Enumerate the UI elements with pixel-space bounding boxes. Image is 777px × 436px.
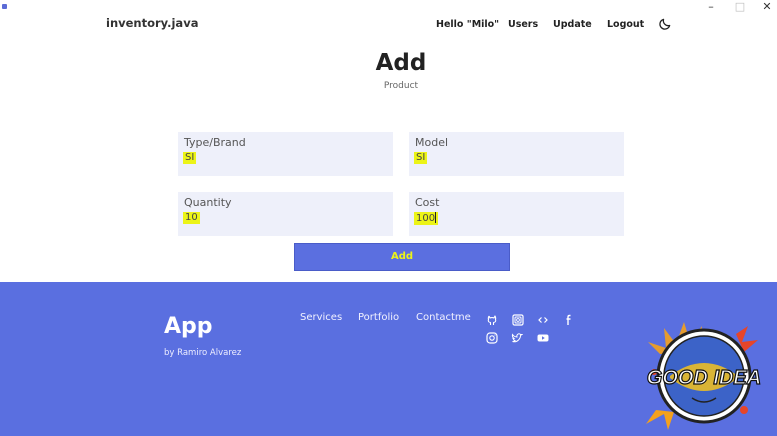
cost-value-text: 100	[416, 213, 436, 224]
nav-logout-link[interactable]: Logout	[607, 19, 644, 30]
github-icon[interactable]	[486, 314, 498, 326]
page-title: Add	[375, 50, 427, 76]
page-subtitle: Product	[383, 81, 419, 91]
brand-link[interactable]: inventory.java	[106, 16, 198, 30]
text-caret	[435, 212, 437, 223]
code-icon[interactable]	[537, 314, 549, 326]
quantity-value[interactable]: 10	[183, 212, 200, 224]
footer-link-contactme[interactable]: Contactme	[416, 312, 471, 323]
model-field[interactable]: Model SI	[409, 132, 624, 176]
window-titlebar: – □ ✕	[0, 0, 777, 16]
facebook-icon[interactable]	[563, 314, 575, 326]
app-window: – □ ✕ inventory.java Hello "Milo" Users …	[0, 0, 777, 436]
model-label: Model	[415, 136, 449, 149]
good-idea-logo: GOOD IDEA	[640, 314, 770, 434]
instagram-icon[interactable]	[486, 332, 498, 344]
moon-icon[interactable]	[658, 17, 672, 31]
quantity-field[interactable]: Quantity 10	[178, 192, 393, 236]
minimize-button[interactable]: –	[700, 0, 722, 14]
app-icon	[2, 4, 7, 9]
logo-text: GOOD IDEA	[647, 367, 761, 389]
nav-update-link[interactable]: Update	[553, 19, 592, 30]
youtube-icon[interactable]	[537, 332, 549, 344]
add-button[interactable]: Add	[294, 243, 510, 271]
type-brand-value[interactable]: SI	[183, 152, 197, 164]
close-button[interactable]: ✕	[756, 0, 777, 14]
cost-value[interactable]: 100	[414, 212, 439, 225]
nav-users-link[interactable]: Users	[508, 19, 538, 30]
twitter-icon[interactable]	[511, 332, 523, 344]
type-brand-label: Type/Brand	[184, 136, 246, 149]
nav-greeting: Hello "Milo"	[436, 19, 500, 30]
type-brand-field[interactable]: Type/Brand SI	[178, 132, 393, 176]
quantity-label: Quantity	[184, 196, 232, 209]
footer-byline: by Ramiro Alvarez	[164, 348, 242, 358]
footer: App by Ramiro Alvarez Services Portfolio…	[0, 282, 777, 436]
instagram-square-icon[interactable]	[512, 314, 524, 326]
add-button-label: Add	[390, 251, 414, 262]
cost-label: Cost	[415, 196, 440, 209]
footer-link-portfolio[interactable]: Portfolio	[358, 312, 399, 323]
maximize-button[interactable]: □	[729, 0, 751, 14]
cost-field[interactable]: Cost 100	[409, 192, 624, 236]
footer-app-name: App	[164, 314, 213, 339]
footer-link-services[interactable]: Services	[300, 312, 342, 323]
model-value[interactable]: SI	[414, 152, 428, 164]
